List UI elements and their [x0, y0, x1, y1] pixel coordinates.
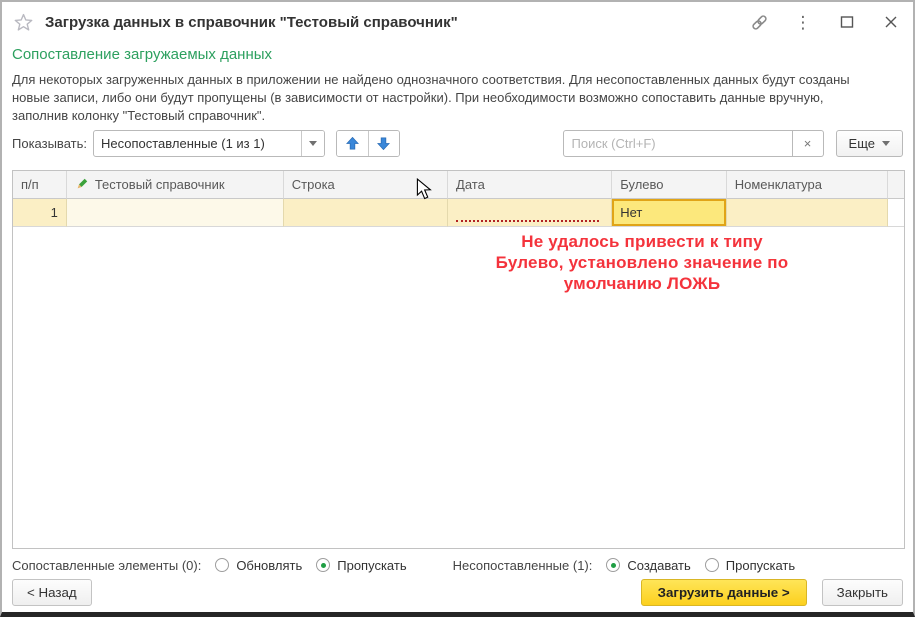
radio-create-label: Создавать [627, 558, 690, 573]
arrow-up-icon [345, 136, 360, 151]
column-header-date[interactable]: Дата [448, 171, 612, 199]
move-buttons [336, 130, 400, 157]
more-button[interactable]: Еще [836, 130, 903, 157]
selected-cell[interactable]: Нет [612, 199, 726, 226]
cell-string[interactable] [284, 199, 448, 227]
section-title: Сопоставление загружаемых данных [12, 46, 272, 63]
radio-update-label: Обновлять [236, 558, 302, 573]
cell-boolean[interactable]: Нет [612, 199, 727, 227]
column-header-string[interactable]: Строка [284, 171, 448, 199]
window-title: Загрузка данных в справочник "Тестовый с… [45, 14, 458, 31]
arrow-down-icon [376, 136, 391, 151]
radio-circle[interactable] [215, 558, 229, 572]
radio-circle-selected[interactable] [316, 558, 330, 572]
cell-date[interactable] [448, 199, 612, 227]
back-button[interactable]: < Назад [12, 579, 92, 606]
column-header-boolean[interactable]: Булево [612, 171, 727, 199]
show-label: Показывать: [12, 136, 87, 151]
search-input[interactable] [563, 130, 793, 157]
empty-value-underline [456, 220, 599, 222]
filter-dropdown[interactable]: Несопоставленные (1 из 1) [93, 130, 325, 157]
title-bar: Загрузка данных в справочник "Тестовый с… [2, 2, 913, 42]
cell-test-ref[interactable] [67, 199, 284, 227]
search-clear-button[interactable]: × [793, 130, 824, 157]
table-row[interactable]: 1 Нет [13, 199, 904, 227]
close-button[interactable]: Закрыть [822, 579, 903, 606]
unmatched-group-label: Несопоставленные (1): [453, 558, 593, 573]
filter-dropdown-arrow[interactable] [301, 131, 324, 156]
radio-circle[interactable] [705, 558, 719, 572]
toolbar: Показывать: Несопоставленные (1 из 1) × … [12, 130, 903, 157]
column-header-num[interactable]: п/п [13, 171, 67, 199]
more-button-label: Еще [849, 136, 875, 151]
description-line: заполнив колонку "Тестовый справочник". [12, 107, 902, 125]
radio-circle-selected[interactable] [606, 558, 620, 572]
filter-dropdown-value: Несопоставленные (1 из 1) [94, 131, 301, 156]
annotation-text: Не удалось привести к типу Булево, устан… [432, 231, 852, 294]
mapping-table: п/п Тестовый справочник Строка Дата Буле… [12, 170, 905, 549]
table-header-row: п/п Тестовый справочник Строка Дата Буле… [13, 171, 904, 199]
column-header-label: Тестовый справочник [95, 177, 225, 192]
pencil-icon [75, 178, 88, 191]
column-header-nomenclature[interactable]: Номенклатура [727, 171, 888, 199]
section-description: Для некоторых загруженных данных в прило… [12, 71, 902, 125]
radio-create[interactable]: Создавать [606, 558, 690, 573]
radio-skip-unmatched-label: Пропускать [726, 558, 795, 573]
annotation-line: умолчанию ЛОЖЬ [432, 273, 852, 294]
load-data-button[interactable]: Загрузить данные > [641, 579, 807, 606]
move-up-button[interactable] [337, 131, 368, 156]
scrollbar-track[interactable] [888, 199, 904, 227]
dialog-window: Загрузка данных в справочник "Тестовый с… [0, 0, 915, 617]
column-header-test-ref[interactable]: Тестовый справочник [67, 171, 284, 199]
description-line: новые записи, либо они будут пропущены (… [12, 89, 902, 107]
footer-buttons: < Назад Загрузить данные > Закрыть [12, 579, 903, 606]
close-icon[interactable] [881, 12, 901, 32]
radio-skip-matched[interactable]: Пропускать [316, 558, 406, 573]
scrollbar-header-spacer [888, 171, 904, 199]
radio-skip-matched-label: Пропускать [337, 558, 406, 573]
menu-kebab-icon[interactable]: ⋮ [793, 12, 813, 32]
cell-num[interactable]: 1 [13, 199, 67, 227]
maximize-icon[interactable] [837, 12, 857, 32]
favorite-star-icon[interactable] [14, 13, 33, 32]
matched-group-label: Сопоставленные элементы (0): [12, 558, 201, 573]
link-icon[interactable] [749, 12, 769, 32]
radio-update[interactable]: Обновлять [215, 558, 302, 573]
cell-nomenclature[interactable] [727, 199, 888, 227]
move-down-button[interactable] [368, 131, 399, 156]
radio-skip-unmatched[interactable]: Пропускать [705, 558, 795, 573]
annotation-line: Булево, установлено значение по [432, 252, 852, 273]
description-line: Для некоторых загруженных данных в прило… [12, 71, 902, 89]
footer-options: Сопоставленные элементы (0): Обновлять П… [12, 553, 903, 577]
annotation-line: Не удалось привести к типу [432, 231, 852, 252]
